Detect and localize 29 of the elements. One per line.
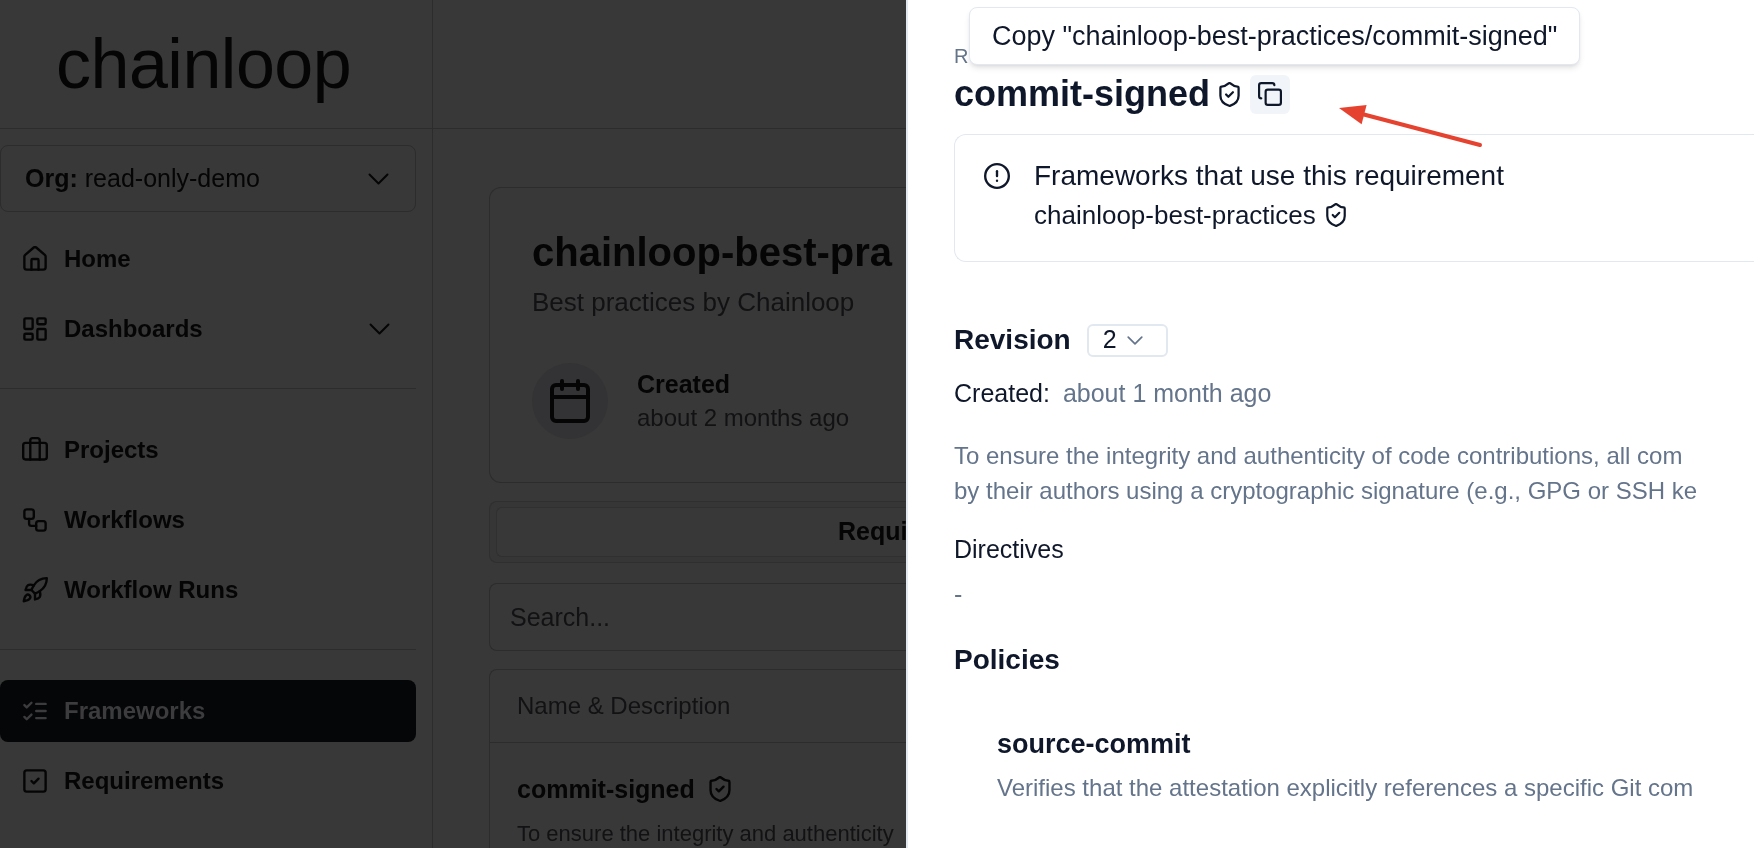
directives-value: -	[954, 579, 963, 610]
panel-label: R	[954, 44, 969, 69]
alert-circle-icon	[984, 163, 1010, 189]
tooltip: Copy "chainloop-best-practices/commit-signed"	[969, 7, 1581, 65]
home-icon	[22, 246, 48, 272]
shield-check-icon	[708, 776, 731, 802]
policies-heading: Policies	[954, 643, 1060, 677]
revision-label: Revision	[954, 323, 1071, 357]
policy-description: Verifies that the attestation explicitly references a specific Git com	[997, 773, 1694, 803]
workflow-icon	[22, 507, 48, 533]
requirement-title: commit-signed	[954, 72, 1211, 116]
chevron-down-icon	[368, 172, 389, 185]
created-date: about 1 month ago	[1062, 378, 1272, 409]
shield-check-icon	[1219, 81, 1241, 107]
briefcase-icon	[22, 437, 48, 463]
shield-check-icon	[1325, 203, 1346, 227]
info-title: Frameworks that use this requirement	[1034, 159, 1504, 193]
checkbox-icon	[22, 768, 48, 794]
revision-select[interactable]: 2	[1086, 323, 1168, 357]
directives-label: Directives	[954, 534, 1064, 565]
copy-button[interactable]	[1250, 74, 1291, 114]
framework-name: chainloop-best-practices	[1034, 199, 1316, 232]
copy-icon	[1258, 82, 1283, 106]
created-label: Created:	[954, 378, 1050, 409]
dashboard-icon	[22, 316, 48, 342]
rocket-icon	[22, 577, 48, 603]
policy-name: source-commit	[997, 728, 1191, 761]
requirement-description: To ensure the integrity and authenticity of code contributions, all com by their authors using a cryptographic signature (e.g., GPG or SSH ke	[954, 441, 1698, 506]
chevron-down-icon	[1126, 335, 1143, 345]
